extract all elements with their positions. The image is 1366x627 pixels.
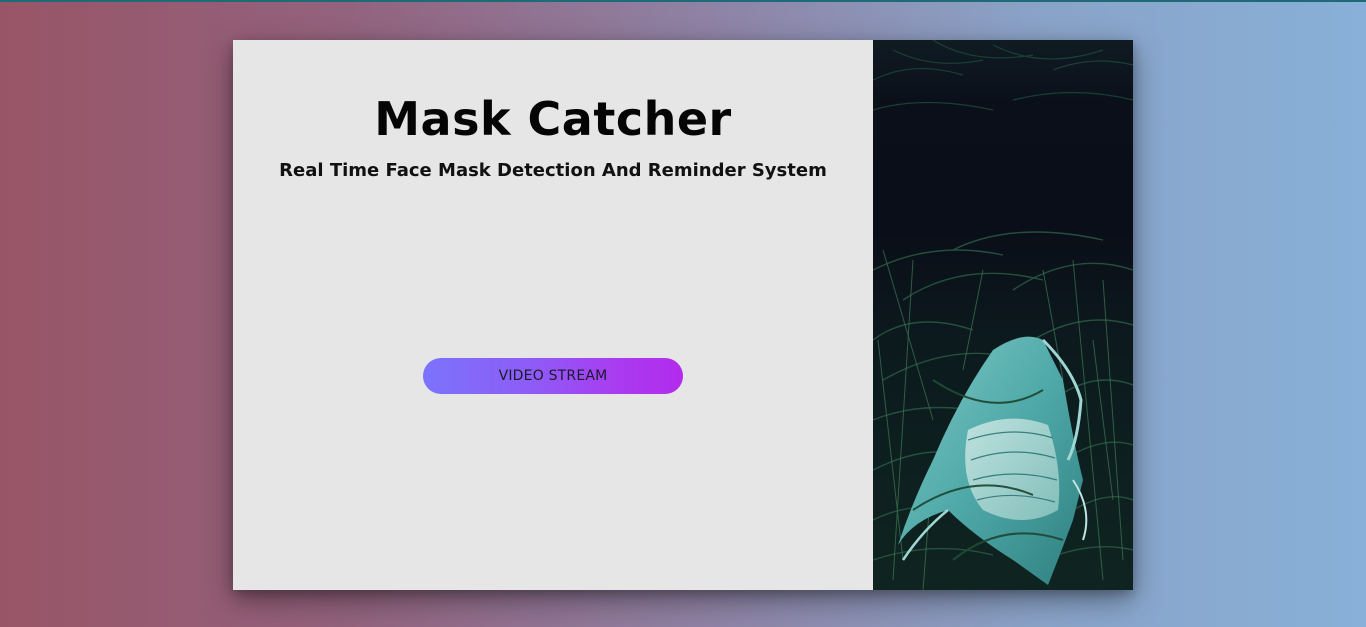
- video-stream-button[interactable]: VIDEO STREAM: [423, 358, 683, 394]
- mask-photo: [873, 40, 1133, 590]
- hero-text-panel: Mask Catcher Real Time Face Mask Detecti…: [233, 40, 873, 590]
- hero-card: Mask Catcher Real Time Face Mask Detecti…: [233, 40, 1133, 590]
- page-title: Mask Catcher: [374, 92, 732, 146]
- top-accent-line: [0, 0, 1366, 2]
- mask-in-grass-illustration: [873, 40, 1133, 590]
- page-subtitle: Real Time Face Mask Detection And Remind…: [279, 160, 827, 181]
